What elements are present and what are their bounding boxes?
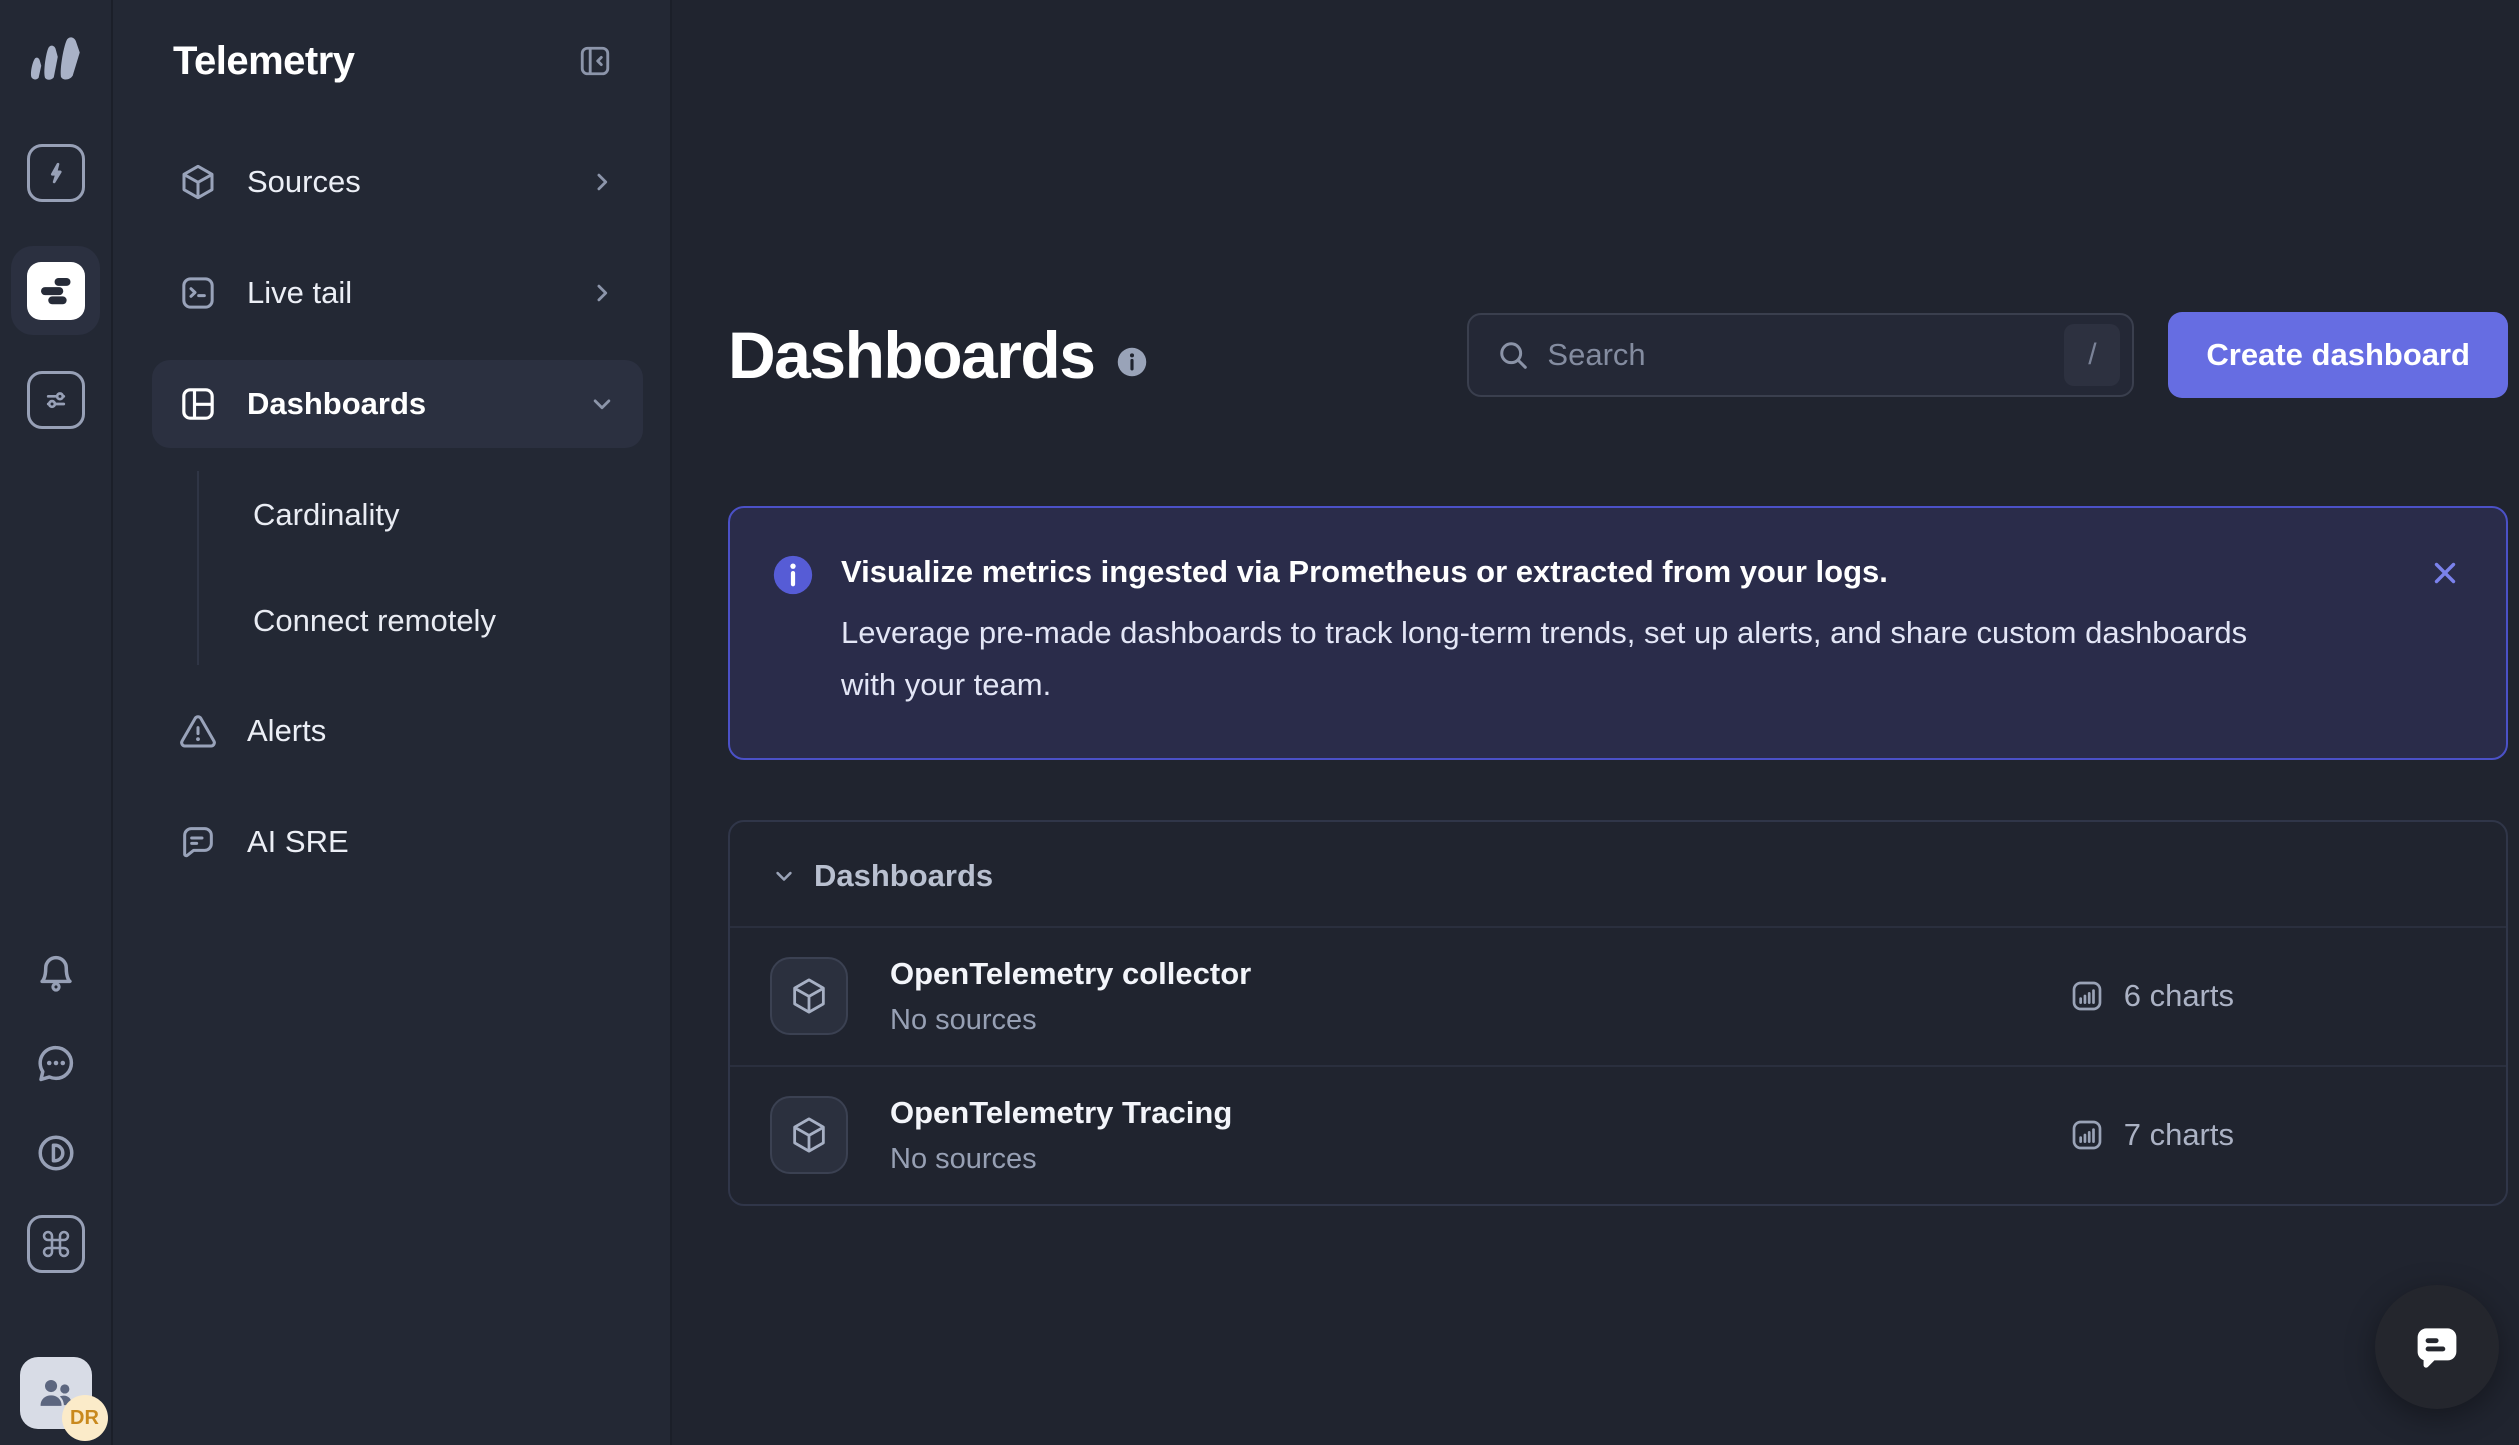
sidebar-item-cardinality[interactable]: Cardinality [253, 471, 643, 559]
sidebar-nav: Sources Live tail [113, 122, 670, 909]
processing-rail-button[interactable] [27, 371, 85, 429]
chat-bubble-icon [178, 822, 218, 862]
info-filled-icon [770, 552, 816, 598]
main-content: Dashboards / Create dashboard [672, 0, 2519, 1445]
chevron-down-icon [770, 862, 798, 890]
layout-grid-icon [178, 384, 218, 424]
dashboard-row-texts: OpenTelemetry collector No sources [890, 956, 1251, 1037]
search-icon [1495, 337, 1531, 373]
telemetry-rail-button-active[interactable] [11, 246, 100, 335]
create-dashboard-button[interactable]: Create dashboard [2168, 312, 2508, 398]
sidebar-item-label: AI SRE [247, 824, 349, 860]
dashboard-charts-meta: 7 charts [2068, 1116, 2234, 1154]
user-initials-badge: DR [62, 1395, 108, 1441]
sidebar-item-label: Connect remotely [253, 603, 496, 639]
sidebar-item-label: Dashboards [247, 386, 426, 422]
dashboard-title: OpenTelemetry collector [890, 956, 1251, 992]
dashboard-subtitle: No sources [890, 1143, 1232, 1176]
chevron-right-icon [587, 278, 617, 308]
dashboard-row-texts: OpenTelemetry Tracing No sources [890, 1095, 1232, 1176]
sidebar-item-alerts[interactable]: Alerts [152, 687, 643, 775]
cube-icon [788, 975, 830, 1017]
dashboard-title: OpenTelemetry Tracing [890, 1095, 1232, 1131]
dashboard-row[interactable]: OpenTelemetry Tracing No sources 7 chart… [730, 1065, 2506, 1204]
theme-toggle-icon [34, 1131, 78, 1175]
dashboard-subtitle: No sources [890, 1004, 1251, 1037]
chat-dots-icon [34, 1041, 78, 1085]
dashboards-section-header[interactable]: Dashboards [730, 822, 2506, 926]
sidebar-item-connect-remotely[interactable]: Connect remotely [253, 577, 643, 665]
dashboards-list-card: Dashboards OpenTelemetry collector No so… [728, 820, 2508, 1206]
cube-icon [178, 162, 218, 202]
sidebar-item-label: Alerts [247, 713, 326, 749]
sliders-icon [39, 383, 73, 417]
collapse-sidebar-icon[interactable] [577, 43, 613, 79]
close-icon[interactable] [2428, 556, 2462, 590]
sidebar-item-dashboards[interactable]: Dashboards [152, 360, 643, 448]
mezmo-logo-icon [23, 30, 89, 86]
command-icon [40, 1228, 72, 1260]
info-icon[interactable] [1114, 344, 1150, 380]
info-banner: Visualize metrics ingested via Prometheu… [728, 506, 2508, 760]
sidebar: Telemetry Sources [113, 0, 672, 1445]
bell-icon [34, 951, 78, 995]
theme-toggle-button[interactable] [32, 1129, 80, 1177]
sidebar-item-label: Sources [247, 164, 361, 200]
sidebar-title: Telemetry [173, 39, 577, 84]
lightning-icon [39, 156, 73, 190]
chat-widget-button[interactable] [2375, 1285, 2499, 1409]
chevron-down-icon [587, 389, 617, 419]
banner-text: Visualize metrics ingested via Prometheu… [841, 550, 2261, 712]
app-window: DR Telemetry Sources [0, 0, 2519, 1445]
chevron-right-icon [587, 167, 617, 197]
icon-rail: DR [0, 0, 113, 1445]
dashboard-tile [770, 1096, 848, 1174]
bar-chart-icon [2068, 977, 2106, 1015]
charts-count: 7 charts [2124, 1117, 2234, 1153]
dashboard-tile [770, 957, 848, 1035]
support-chat-button[interactable] [32, 1039, 80, 1087]
page-title: Dashboards [728, 317, 1094, 393]
sidebar-item-live-tail[interactable]: Live tail [152, 249, 643, 337]
sidebar-header: Telemetry [113, 0, 670, 122]
page-header: Dashboards / Create dashboard [728, 312, 2508, 398]
section-title: Dashboards [814, 858, 993, 894]
pipeline-rail-button[interactable] [27, 144, 85, 202]
warning-triangle-icon [178, 711, 218, 751]
bar-chart-icon [2068, 1116, 2106, 1154]
sidebar-item-label: Live tail [247, 275, 352, 311]
terminal-icon [178, 273, 218, 313]
search-input[interactable] [1531, 337, 2064, 373]
sidebar-item-label: Cardinality [253, 497, 399, 533]
header-actions: / Create dashboard [1467, 312, 2508, 398]
logs-icon [27, 262, 85, 320]
logs-icon-tile [27, 262, 85, 320]
keyboard-shortcuts-button[interactable] [27, 1215, 85, 1273]
cube-icon [788, 1114, 830, 1156]
charts-count: 6 charts [2124, 978, 2234, 1014]
banner-body: Leverage pre-made dashboards to track lo… [841, 607, 2261, 711]
dashboards-subnav: Cardinality Connect remotely [197, 471, 643, 665]
search-box[interactable]: / [1467, 313, 2134, 397]
notifications-button[interactable] [32, 949, 80, 997]
search-shortcut-key: / [2064, 324, 2120, 386]
chat-bubble-filled-icon [2406, 1316, 2468, 1378]
sidebar-item-ai-sre[interactable]: AI SRE [152, 798, 643, 886]
sidebar-item-sources[interactable]: Sources [152, 138, 643, 226]
dashboard-charts-meta: 6 charts [2068, 977, 2234, 1015]
banner-title: Visualize metrics ingested via Prometheu… [841, 550, 2261, 593]
account-menu[interactable]: DR [20, 1357, 92, 1429]
dashboard-row[interactable]: OpenTelemetry collector No sources 6 cha… [730, 926, 2506, 1065]
